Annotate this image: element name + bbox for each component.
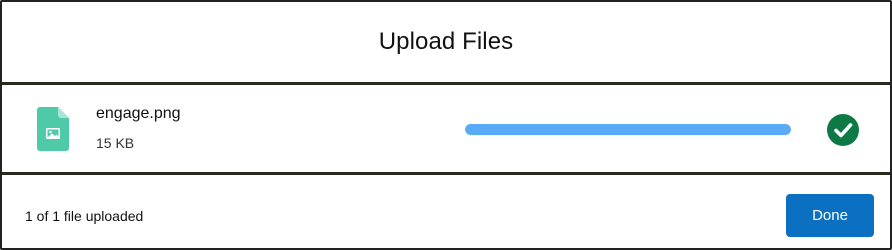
upload-status-text: 1 of 1 file uploaded <box>25 208 144 224</box>
upload-progress-fill <box>465 124 791 135</box>
file-list-item: engage.png 15 KB <box>2 85 890 172</box>
file-size: 15 KB <box>96 135 135 151</box>
upload-progress-bar <box>465 124 791 135</box>
done-button[interactable]: Done <box>786 194 874 237</box>
image-file-icon <box>37 107 69 151</box>
upload-files-dialog: Upload Files engage.png 15 KB 1 of 1 fil… <box>0 0 892 250</box>
file-name: engage.png <box>96 105 181 122</box>
dialog-title: Upload Files <box>378 28 514 55</box>
dialog-header: Upload Files <box>2 2 890 85</box>
dialog-footer: 1 of 1 file uploaded Done <box>2 172 890 248</box>
check-circle-icon <box>827 114 859 146</box>
